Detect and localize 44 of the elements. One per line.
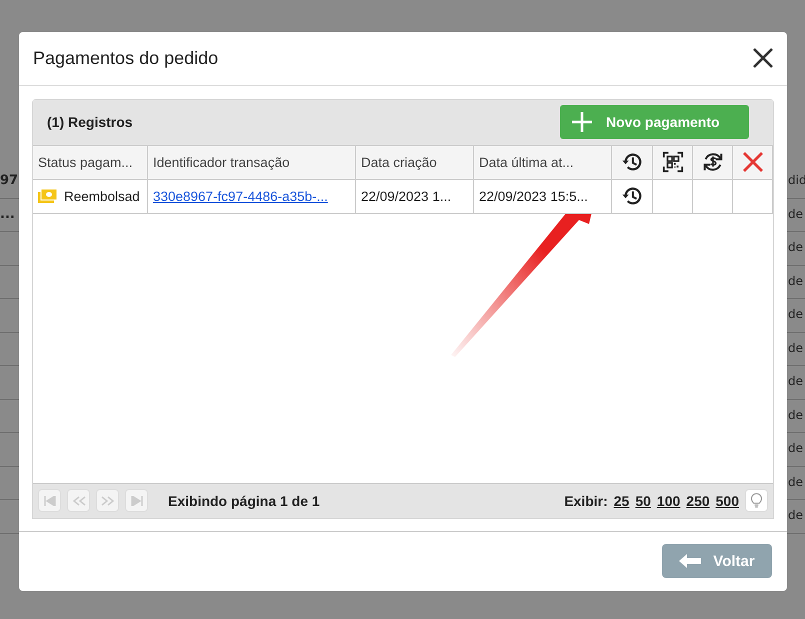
money-icon	[38, 188, 58, 204]
page-size-link[interactable]: 250	[686, 492, 710, 509]
rewind-icon	[72, 496, 86, 506]
history-icon[interactable]	[621, 185, 643, 208]
page-size-label: Exibir:	[564, 492, 608, 509]
background-text: de	[788, 441, 803, 455]
background-text: ...	[0, 206, 15, 222]
background-text: de	[788, 474, 803, 488]
background-text: 97	[0, 173, 18, 188]
fast-forward-icon	[100, 496, 114, 506]
column-header[interactable]: Status pagam...	[33, 146, 148, 180]
column-header[interactable]: Data última at...	[474, 146, 612, 180]
column-header[interactable]: Identificador transação	[148, 146, 356, 180]
background-text: de	[788, 408, 803, 422]
page-size-link[interactable]: 25	[614, 492, 630, 509]
transaction-link[interactable]: 330e8967-fc97-4486-a35b-...	[153, 188, 328, 204]
page-size-link[interactable]: 100	[656, 492, 680, 509]
background-text: de	[788, 340, 803, 354]
tips-button[interactable]	[745, 489, 768, 512]
background-text: de	[788, 374, 803, 388]
qr-code-icon[interactable]	[662, 151, 684, 174]
background-text: de	[788, 508, 803, 522]
history-icon[interactable]	[621, 151, 643, 174]
dialog-title: Pagamentos do pedido	[33, 48, 218, 69]
background-text: de	[788, 274, 803, 288]
table-cell: 22/09/2023 1...	[356, 180, 474, 214]
records-count: (1) Registros	[47, 114, 133, 130]
background-text: de	[788, 307, 803, 321]
refund-icon[interactable]	[702, 151, 724, 174]
page-size-link[interactable]: 500	[716, 492, 739, 509]
page-info: Exibindo página 1 de 1	[168, 492, 320, 509]
column-header[interactable]: Data criação	[356, 146, 474, 180]
first-page-icon	[44, 496, 56, 506]
arrow-left-icon	[679, 554, 702, 568]
lightbulb-icon	[751, 493, 762, 508]
plus-icon	[572, 112, 592, 132]
table-cell: 22/09/2023 15:5...	[474, 180, 612, 214]
background-text: de	[788, 206, 803, 220]
page-size-link[interactable]: 50	[635, 492, 651, 509]
delete-icon[interactable]	[742, 151, 764, 174]
close-icon[interactable]	[752, 47, 774, 70]
background-text: de	[788, 240, 803, 254]
table-cell: Reembolsad	[64, 188, 140, 204]
last-page-icon	[130, 496, 142, 506]
